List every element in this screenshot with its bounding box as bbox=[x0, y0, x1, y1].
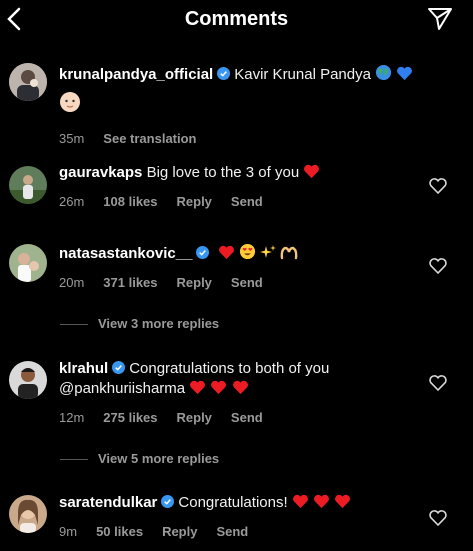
heart-eyes-emoji-icon bbox=[239, 243, 256, 266]
comment-text: Congratulations to both of you bbox=[129, 360, 330, 377]
comment-username[interactable]: saratendulkar bbox=[59, 494, 157, 511]
divider bbox=[60, 459, 88, 461]
divider bbox=[60, 324, 88, 326]
red-heart-emoji-icon bbox=[292, 494, 309, 515]
heart-hands-emoji-icon bbox=[280, 246, 298, 266]
mention-link[interactable]: @pankhuriisharma bbox=[59, 380, 185, 397]
view-more-replies-link[interactable]: View 3 more replies bbox=[60, 316, 219, 331]
avatar[interactable] bbox=[9, 244, 47, 282]
comment-time: 20m bbox=[59, 275, 85, 290]
reply-button[interactable]: Reply bbox=[162, 524, 197, 539]
send-button[interactable]: Send bbox=[231, 410, 263, 425]
verified-badge-icon bbox=[112, 361, 126, 374]
red-heart-emoji-icon bbox=[334, 494, 351, 515]
comment-text: Big love to the 3 of you bbox=[146, 164, 300, 181]
likes-count[interactable]: 50 likes bbox=[96, 524, 143, 539]
reply-button[interactable]: Reply bbox=[177, 410, 212, 425]
comment-text: Kavir Krunal Pandya bbox=[234, 66, 371, 83]
send-button[interactable]: Send bbox=[216, 524, 248, 539]
comment-time: 9m bbox=[59, 524, 78, 539]
header-bar: Comments bbox=[0, 0, 473, 38]
comment-username[interactable]: klrahul bbox=[59, 360, 108, 377]
send-button[interactable]: Send bbox=[231, 194, 263, 209]
view-more-replies-link[interactable]: View 5 more replies bbox=[60, 451, 219, 466]
like-heart-icon[interactable] bbox=[429, 510, 447, 526]
comment-time: 26m bbox=[59, 194, 85, 209]
sparkles-emoji-icon bbox=[259, 244, 276, 266]
red-heart-emoji-icon bbox=[210, 380, 227, 401]
reply-button[interactable]: Reply bbox=[177, 194, 212, 209]
likes-count[interactable]: 108 likes bbox=[103, 194, 157, 209]
avatar[interactable] bbox=[9, 63, 47, 101]
comment-username[interactable]: gauravkaps bbox=[59, 164, 142, 181]
comment-time: 12m bbox=[59, 410, 85, 425]
verified-badge-icon bbox=[161, 495, 175, 508]
red-heart-emoji-icon bbox=[232, 380, 249, 401]
reply-button[interactable]: Reply bbox=[177, 275, 212, 290]
baby-emoji-icon bbox=[59, 91, 81, 119]
comment-username[interactable]: natasastankovic__ bbox=[59, 245, 192, 262]
likes-count[interactable]: 371 likes bbox=[103, 275, 157, 290]
like-heart-icon[interactable] bbox=[429, 178, 447, 194]
see-translation-link[interactable]: See translation bbox=[103, 131, 196, 146]
likes-count[interactable]: 275 likes bbox=[103, 410, 157, 425]
comment-text: Congratulations! bbox=[178, 494, 288, 511]
globe-emoji-icon bbox=[375, 64, 392, 87]
red-heart-emoji-icon bbox=[189, 380, 206, 401]
verified-badge-icon bbox=[196, 246, 210, 259]
blue-heart-emoji-icon bbox=[396, 66, 413, 87]
comment-time: 35m bbox=[59, 131, 85, 146]
avatar[interactable] bbox=[9, 166, 47, 204]
red-heart-emoji-icon bbox=[303, 164, 320, 185]
like-heart-icon[interactable] bbox=[429, 258, 447, 274]
red-heart-emoji-icon bbox=[218, 245, 235, 266]
send-button[interactable]: Send bbox=[231, 275, 263, 290]
comment-username[interactable]: krunalpandya_official bbox=[59, 66, 213, 83]
avatar[interactable] bbox=[9, 361, 47, 399]
verified-badge-icon bbox=[217, 67, 231, 80]
red-heart-emoji-icon bbox=[313, 494, 330, 515]
avatar[interactable] bbox=[9, 495, 47, 533]
direct-send-icon[interactable] bbox=[427, 6, 453, 32]
page-title: Comments bbox=[184, 8, 289, 30]
like-heart-icon[interactable] bbox=[429, 375, 447, 391]
